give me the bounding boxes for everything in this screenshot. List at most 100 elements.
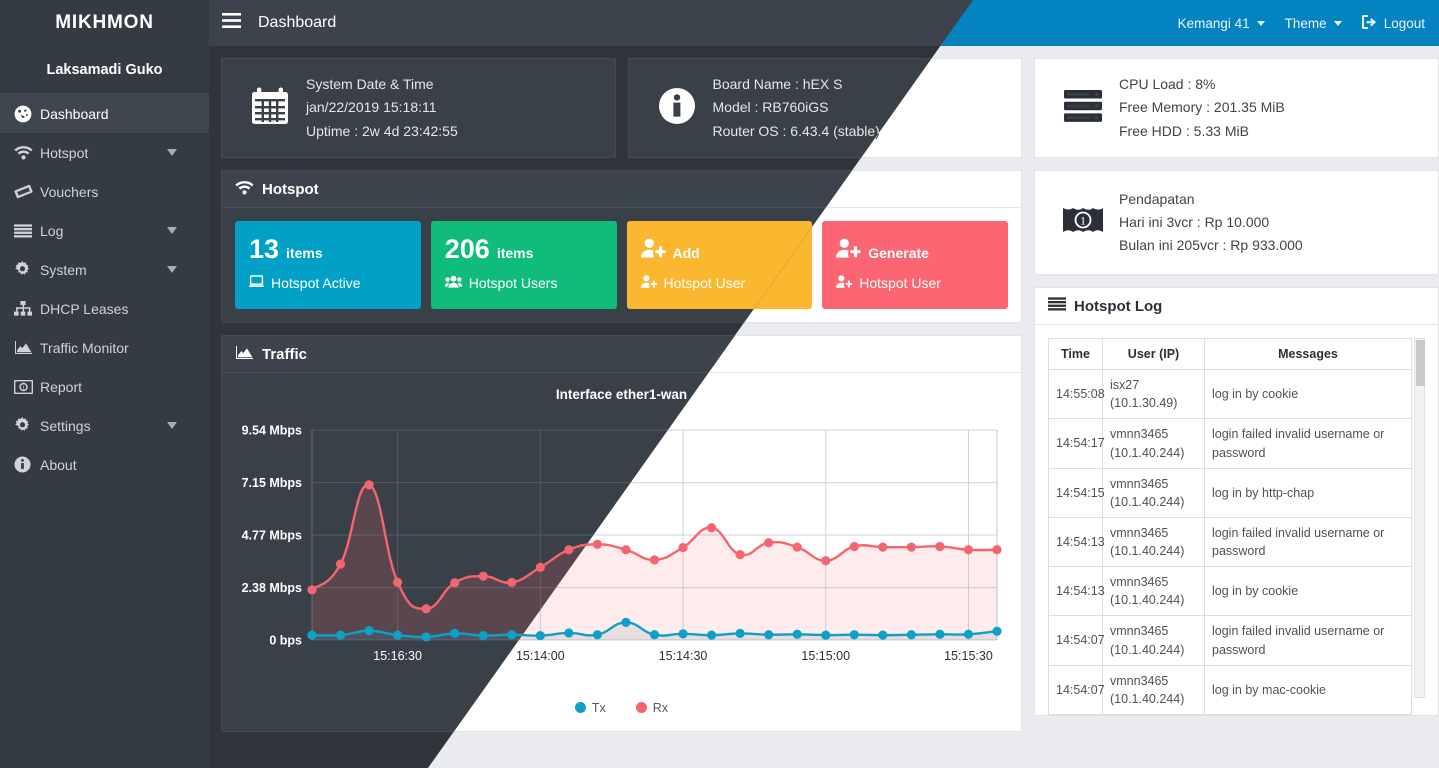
cell-user: isx27 (10.1.30.49)	[1103, 370, 1205, 419]
svg-text:15:15:00: 15:15:00	[801, 649, 850, 663]
sidebar-item-label: Hotspot	[40, 145, 167, 161]
theme-dropdown[interactable]: Theme	[1285, 16, 1342, 31]
chevron-down-icon	[1257, 21, 1265, 26]
tile-action-label: Add	[673, 246, 700, 261]
sidebar-item-label: Log	[40, 223, 167, 239]
column-header[interactable]: Messages	[1205, 339, 1412, 370]
table-row[interactable]: 14:54:17vmnn3465 (10.1.40.244)login fail…	[1049, 419, 1412, 468]
legend-item[interactable]: Tx	[575, 701, 606, 715]
legend-item[interactable]: Rx	[636, 701, 668, 715]
cell-user: vmnn3465 (10.1.40.244)	[1103, 419, 1205, 468]
log-scrollbar-thumb[interactable]	[1416, 340, 1425, 386]
user-plus-big-icon	[836, 235, 861, 263]
table-row[interactable]: 14:54:07vmnn3465 (10.1.40.244)login fail…	[1049, 616, 1412, 665]
calendar-icon	[250, 86, 290, 131]
sidebar-item-label: System	[40, 262, 167, 278]
page-title: Dashboard	[258, 0, 336, 46]
cell-message: login failed invalid username or passwor…	[1205, 517, 1412, 566]
cell-user: vmnn3465 (10.1.40.244)	[1103, 616, 1205, 665]
legend-label: Tx	[592, 701, 606, 715]
hotspot-tile-hotspot-users-1[interactable]: 206itemsHotspot Users	[431, 221, 617, 309]
cell-user: vmnn3465 (10.1.40.244)	[1103, 517, 1205, 566]
info-line-3: Router OS : 6.43.4 (stable)	[713, 120, 880, 143]
gear-icon	[14, 261, 31, 278]
svg-text:15:15:30: 15:15:30	[944, 649, 993, 663]
svg-text:9.54 Mbps: 9.54 Mbps	[242, 424, 302, 438]
cell-time: 14:55:08	[1049, 370, 1103, 419]
hotspot-panel-title: Hotspot	[262, 181, 319, 198]
column-header[interactable]: User (IP)	[1103, 339, 1205, 370]
theme-label: Theme	[1285, 16, 1327, 31]
wifi-icon	[14, 145, 33, 160]
sidebar-item-vouchers[interactable]: Vouchers	[0, 172, 209, 211]
info-card-resources: CPU Load : 8%Free Memory : 201.35 MiBFre…	[1034, 58, 1439, 158]
tile-sub-label: Hotspot Users	[469, 275, 558, 291]
info-big-icon	[658, 87, 696, 130]
sidebar-item-log[interactable]: Log	[0, 211, 209, 250]
tile-value: 13	[249, 235, 279, 263]
table-row[interactable]: 14:54:13vmnn3465 (10.1.40.244)log in by …	[1049, 567, 1412, 616]
hotspot-tile-hotspot-active-0[interactable]: 13itemsHotspot Active	[235, 221, 421, 309]
sidebar-item-system[interactable]: System	[0, 250, 209, 289]
navbar-right: Kemangi 41 Theme Logout	[1178, 0, 1425, 46]
sidebar-item-label: Vouchers	[40, 184, 195, 200]
tile-value: 206	[445, 235, 490, 263]
area-chart-icon	[14, 340, 33, 355]
sidebar-item-hotspot[interactable]: Hotspot	[0, 133, 209, 172]
info-line-1: Pendapatan	[1119, 188, 1303, 211]
info-circle-icon	[14, 456, 31, 473]
list-icon	[14, 224, 32, 238]
hotspot-tile-hotspot-user-3[interactable]: GenerateHotspot User	[822, 221, 1008, 309]
cell-message: login failed invalid username or passwor…	[1205, 616, 1412, 665]
cell-message: log in by cookie	[1205, 567, 1412, 616]
info-line-3: Uptime : 2w 4d 23:42:55	[306, 120, 458, 143]
area-chart-icon	[235, 345, 254, 364]
brand-logo: MIKHMON	[55, 12, 153, 34]
tile-sub-label: Hotspot User	[664, 275, 746, 291]
wifi-icon	[235, 180, 254, 199]
hotspot-log-header: Hotspot Log	[1035, 288, 1438, 325]
cell-time	[1049, 714, 1103, 715]
logout-label: Logout	[1384, 16, 1425, 31]
svg-text:4.77 Mbps: 4.77 Mbps	[242, 529, 302, 543]
table-row[interactable]: 14:54:15vmnn3465 (10.1.40.244)log in by …	[1049, 468, 1412, 517]
column-header[interactable]: Time	[1049, 339, 1103, 370]
brand-area: MIKHMON	[0, 0, 209, 46]
user-plus-icon	[641, 275, 657, 291]
table-row[interactable]: T	[1049, 714, 1412, 715]
logout-button[interactable]: Logout	[1362, 15, 1425, 32]
tile-action-label: Generate	[868, 246, 929, 261]
sidebar-item-settings[interactable]: Settings	[0, 406, 209, 445]
info-line-1: CPU Load : 8%	[1119, 73, 1285, 96]
ticket-icon	[14, 184, 33, 199]
chevron-down-icon	[167, 422, 177, 429]
table-header-row: TimeUser (IP)Messages	[1049, 339, 1412, 370]
sitemap-icon	[14, 301, 32, 316]
sidebar-router-name: Laksamadi Guko	[0, 46, 209, 93]
cell-time: 14:54:15	[1049, 468, 1103, 517]
gauge-icon	[14, 105, 32, 123]
info-line-2: Model : RB760iGS	[713, 96, 880, 119]
sidebar-item-report[interactable]: 1Report	[0, 367, 209, 406]
logout-icon	[1362, 15, 1377, 32]
table-row[interactable]: 14:54:13vmnn3465 (10.1.40.244)login fail…	[1049, 517, 1412, 566]
svg-text:15:16:30: 15:16:30	[373, 649, 422, 663]
sidebar-item-dashboard[interactable]: Dashboard	[0, 94, 209, 133]
sidebar-item-label: DHCP Leases	[40, 301, 195, 317]
user-plus-big-icon	[641, 235, 666, 263]
table-row[interactable]: 14:55:08isx27 (10.1.30.49)log in by cook…	[1049, 370, 1412, 419]
sidebar-toggle-button[interactable]	[210, 0, 252, 46]
log-scrollbar[interactable]	[1414, 338, 1425, 698]
cell-time: 14:54:07	[1049, 616, 1103, 665]
sidebar-item-traffic-monitor[interactable]: Traffic Monitor	[0, 328, 209, 367]
sidebar-item-dhcp-leases[interactable]: DHCP Leases	[0, 289, 209, 328]
table-row[interactable]: 14:54:07vmnn3465 (10.1.40.244)log in by …	[1049, 665, 1412, 714]
traffic-panel-title: Traffic	[262, 346, 307, 363]
svg-text:1: 1	[22, 385, 25, 391]
sidebar-item-about[interactable]: About	[0, 445, 209, 484]
router-select-dropdown[interactable]: Kemangi 41	[1178, 16, 1265, 31]
server-icon	[1063, 89, 1103, 128]
money-icon: 1	[14, 380, 33, 394]
svg-text:15:14:30: 15:14:30	[659, 649, 708, 663]
sidebar-item-label: About	[40, 457, 195, 473]
